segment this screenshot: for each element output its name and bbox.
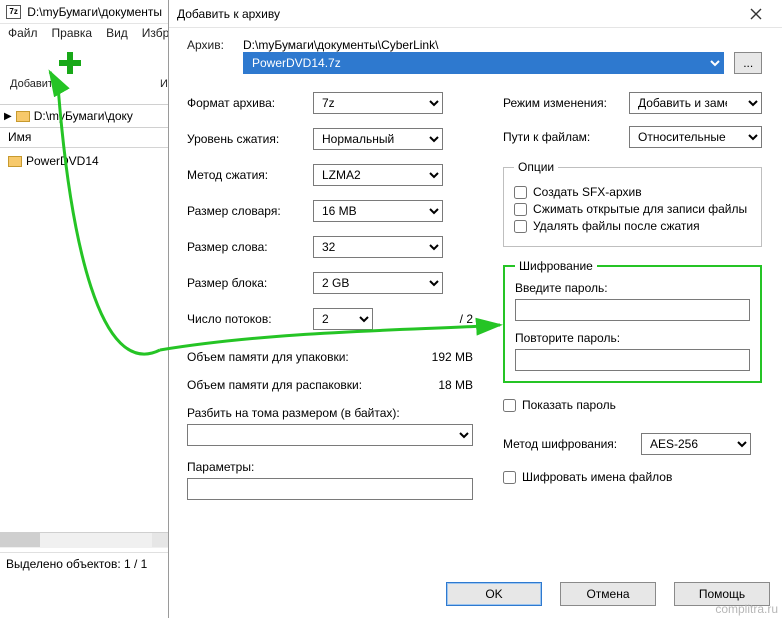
fm-column-header[interactable]: Имя [0, 128, 168, 148]
fm-path-bar[interactable]: ▶ D:\myБумаги\доку [0, 104, 168, 128]
enc-method-label: Метод шифрования: [503, 437, 633, 451]
mode-label: Режим изменения: [503, 96, 623, 110]
encrypt-names[interactable]: Шифровать имена файлов [503, 470, 762, 484]
watermark: complitra.ru [715, 602, 778, 616]
show-password-checkbox[interactable] [503, 399, 516, 412]
fm-scrollbar[interactable] [0, 532, 168, 548]
threads-max: / 2 [460, 312, 473, 326]
paths-select[interactable]: Относительные пути [629, 126, 762, 148]
format-select[interactable]: 7z [313, 92, 443, 114]
mem-unpack-value: 18 MB [438, 378, 473, 392]
folder-icon [8, 156, 22, 167]
menu-edit[interactable]: Правка [52, 26, 93, 42]
add-button[interactable]: Добавить [10, 50, 130, 102]
archive-label: Архив: [187, 38, 243, 52]
show-password[interactable]: Показать пароль [503, 398, 762, 412]
add-to-archive-dialog: Добавить к архиву Архив: D:\myБумаги\док… [168, 0, 782, 618]
plus-icon [57, 50, 83, 76]
close-button[interactable] [738, 2, 774, 26]
scroll-right-icon[interactable] [152, 533, 168, 547]
fm-title-text: D:\myБумаги\документы [27, 5, 162, 19]
method-select[interactable]: LZMA2 [313, 164, 443, 186]
fm-path-text: D:\myБумаги\доку [34, 109, 133, 123]
close-icon [750, 8, 762, 20]
enc-method-select[interactable]: AES-256 [641, 433, 751, 455]
mode-select[interactable]: Добавить и заменить [629, 92, 762, 114]
fm-toolbar: Добавить Извлечь [0, 44, 168, 104]
mem-pack-value: 192 MB [432, 350, 473, 364]
menu-fav[interactable]: Избр [142, 26, 170, 42]
mem-unpack-label: Объем памяти для распаковки: [187, 378, 362, 392]
scroll-thumb[interactable] [0, 533, 40, 547]
params-input[interactable] [187, 478, 473, 500]
password-repeat-input[interactable] [515, 349, 750, 371]
opt-open[interactable]: Сжимать открытые для записи файлы [514, 202, 751, 216]
pw2-label: Повторите пароль: [515, 331, 750, 345]
list-item[interactable]: PowerDVD14 [8, 154, 160, 168]
password-input[interactable] [515, 299, 750, 321]
format-label: Формат архива: [187, 96, 307, 110]
mem-pack-label: Объем памяти для упаковки: [187, 350, 349, 364]
path-arrow-icon[interactable]: ▶ [4, 111, 12, 122]
split-select[interactable] [187, 424, 473, 446]
fm-titlebar: 7z D:\myБумаги\документы [0, 0, 168, 24]
opt-del[interactable]: Удалять файлы после сжатия [514, 219, 751, 233]
dict-label: Размер словаря: [187, 204, 307, 218]
threads-label: Число потоков: [187, 312, 307, 326]
word-select[interactable]: 32 [313, 236, 443, 258]
file-manager-window: 7z D:\myБумаги\документы Файл Правка Вид… [0, 0, 168, 618]
fm-status-bar: Выделено объектов: 1 / 1 [0, 552, 168, 574]
add-label: Добавить [10, 78, 130, 90]
menu-file[interactable]: Файл [8, 26, 38, 42]
encryption-legend: Шифрование [515, 259, 597, 273]
opt-sfx[interactable]: Создать SFX-архив [514, 185, 751, 199]
menu-view[interactable]: Вид [106, 26, 128, 42]
dlg-title-text: Добавить к архиву [177, 7, 280, 21]
fm-menu[interactable]: Файл Правка Вид Избр [0, 24, 168, 44]
fm-file-list[interactable]: PowerDVD14 [0, 148, 168, 174]
folder-icon [16, 111, 30, 122]
item-name: PowerDVD14 [26, 154, 99, 168]
dict-select[interactable]: 16 MB [313, 200, 443, 222]
threads-select[interactable]: 2 [313, 308, 373, 330]
level-select[interactable]: Нормальный [313, 128, 443, 150]
archive-path-text: D:\myБумаги\документы\CyberLink\ [243, 38, 438, 52]
archive-file-select[interactable]: PowerDVD14.7z [243, 52, 724, 74]
pw1-label: Введите пароль: [515, 281, 750, 295]
encrypt-names-checkbox[interactable] [503, 471, 516, 484]
word-label: Размер слова: [187, 240, 307, 254]
app-icon-7z: 7z [6, 5, 21, 19]
method-label: Метод сжатия: [187, 168, 307, 182]
dlg-titlebar[interactable]: Добавить к архиву [169, 0, 782, 28]
encryption-group: Шифрование Введите пароль: Повторите пар… [503, 259, 762, 383]
opt-del-checkbox[interactable] [514, 220, 527, 233]
options-legend: Опции [514, 160, 558, 174]
opt-open-checkbox[interactable] [514, 203, 527, 216]
options-group: Опции Создать SFX-архив Сжимать открытые… [503, 160, 762, 247]
browse-button[interactable]: ... [734, 52, 762, 74]
cancel-button[interactable]: Отмена [560, 582, 656, 606]
split-label: Разбить на тома размером (в байтах): [187, 406, 473, 420]
block-select[interactable]: 2 GB [313, 272, 443, 294]
level-label: Уровень сжатия: [187, 132, 307, 146]
opt-sfx-checkbox[interactable] [514, 186, 527, 199]
block-label: Размер блока: [187, 276, 307, 290]
ok-button[interactable]: OK [446, 582, 542, 606]
params-label: Параметры: [187, 460, 473, 474]
paths-label: Пути к файлам: [503, 130, 623, 144]
